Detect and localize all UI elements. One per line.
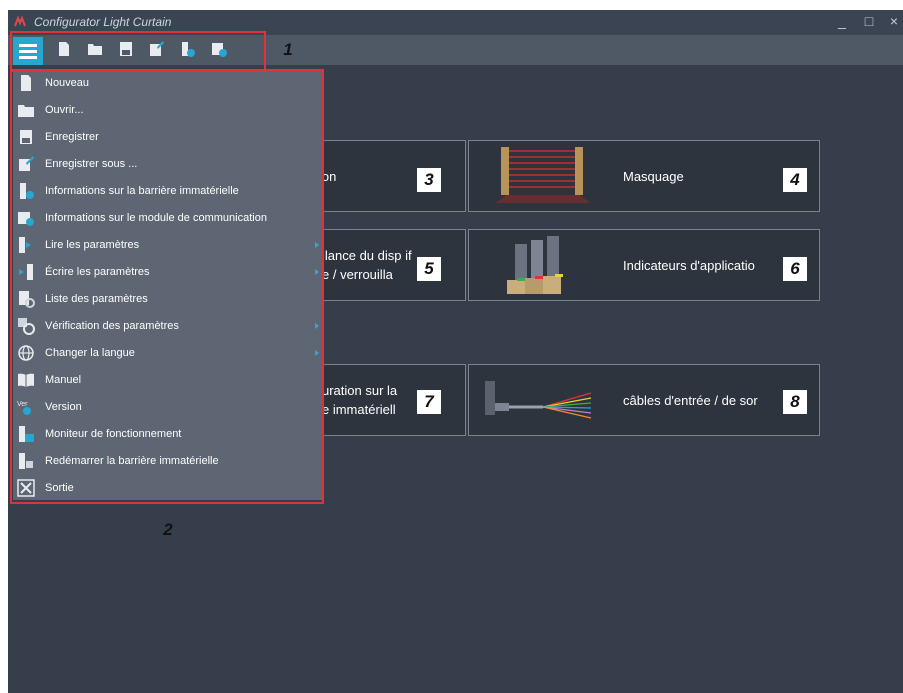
card-label: Masquage <box>623 169 684 184</box>
toolbar-highlight-box <box>10 31 266 72</box>
card-io-cables[interactable]: câbles d'entrée / de sor <box>468 364 820 436</box>
minimize-button[interactable]: _ <box>834 13 850 29</box>
card-label: e immatériell <box>322 402 396 417</box>
masking-illustration-icon <box>495 147 591 203</box>
card-label: llance du disp if <box>322 248 412 263</box>
indicator-lights-illustration-icon <box>507 236 563 294</box>
close-button[interactable]: × <box>886 13 902 29</box>
callout-4: 4 <box>783 168 807 192</box>
card-label: Indicateurs d'applicatio <box>623 258 755 273</box>
callout-6: 6 <box>783 257 807 281</box>
maximize-button[interactable]: □ <box>861 13 877 29</box>
card-application-indicators[interactable]: Indicateurs d'applicatio <box>468 229 820 301</box>
callout-3: 3 <box>417 168 441 192</box>
app-logo-icon <box>14 16 26 27</box>
card-label: uration sur la <box>322 383 398 398</box>
callout-8: 8 <box>783 390 807 414</box>
card-masking[interactable]: Masquage <box>468 140 820 212</box>
callout-5: 5 <box>417 257 441 281</box>
cable-illustration-icon <box>485 381 592 419</box>
window-title: Configurator Light Curtain <box>34 15 172 29</box>
menu-highlight-box <box>10 69 324 504</box>
callout-7: 7 <box>417 390 441 414</box>
card-label: câbles d'entrée / de sor <box>623 393 758 408</box>
card-label: e / verrouilla <box>322 267 393 282</box>
callout-2: 2 <box>163 520 173 539</box>
callout-1: 1 <box>283 40 293 59</box>
